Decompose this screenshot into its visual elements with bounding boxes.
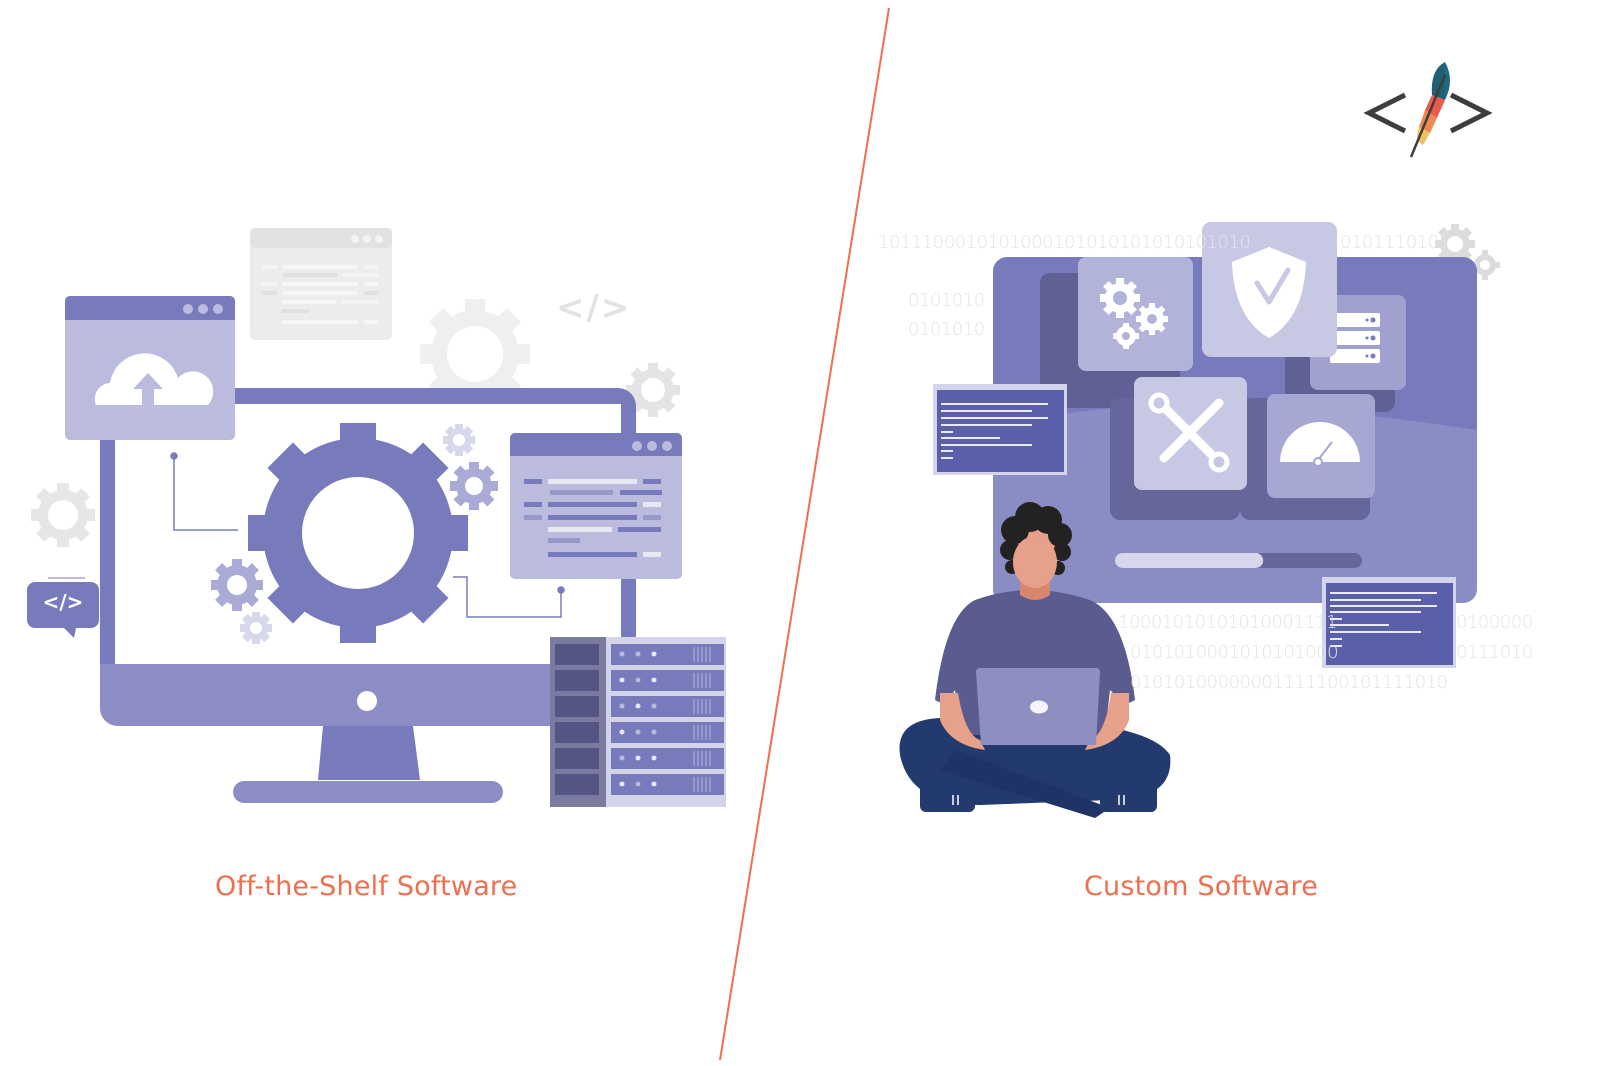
- small-gear-icon: [31, 483, 95, 547]
- tools-tile: [1134, 377, 1247, 490]
- code-glyph: </>: [556, 288, 632, 328]
- small-gear-icon: [240, 612, 272, 644]
- binary-text: 10001010101010001111: [1118, 612, 1338, 633]
- caption-custom: Custom Software: [1084, 871, 1319, 902]
- terminal-window: [1322, 577, 1456, 668]
- binary-text: 0111010: [1456, 642, 1533, 663]
- small-gear-icon: [211, 559, 263, 611]
- binary-text: 0101010001010101000: [1130, 642, 1339, 663]
- divider-line: [719, 7, 890, 1061]
- binary-text: 0101010: [908, 319, 985, 340]
- settings-tile: [1078, 257, 1193, 371]
- gears-icon: [1100, 278, 1140, 318]
- binary-text: 0101110101: [1340, 232, 1450, 253]
- brand-logo: [1363, 62, 1493, 158]
- caption-off-the-shelf: Off-the-Shelf Software: [215, 871, 518, 902]
- code-window: [510, 433, 682, 579]
- server-rack: [550, 637, 726, 807]
- code-badge-label: </>: [42, 590, 84, 614]
- binary-text: 01010100000001111100101111010: [1130, 672, 1448, 693]
- illustration-canvas: [27, 7, 1500, 1061]
- small-gear-icon: [450, 462, 498, 510]
- binary-text: 0100000: [1456, 612, 1533, 633]
- binary-text: 0101010: [908, 290, 985, 311]
- progress-fill: [1115, 553, 1264, 568]
- faint-browser-window: [250, 228, 392, 340]
- performance-tile: [1267, 394, 1375, 498]
- cloud-upload-window: [65, 296, 235, 440]
- terminal-window: [933, 384, 1067, 475]
- small-gear-icon: [443, 424, 475, 456]
- binary-text: 1011100010101000101010101010101010: [878, 232, 1251, 253]
- main-gear-icon: [248, 423, 468, 643]
- feather-icon: [1409, 62, 1450, 158]
